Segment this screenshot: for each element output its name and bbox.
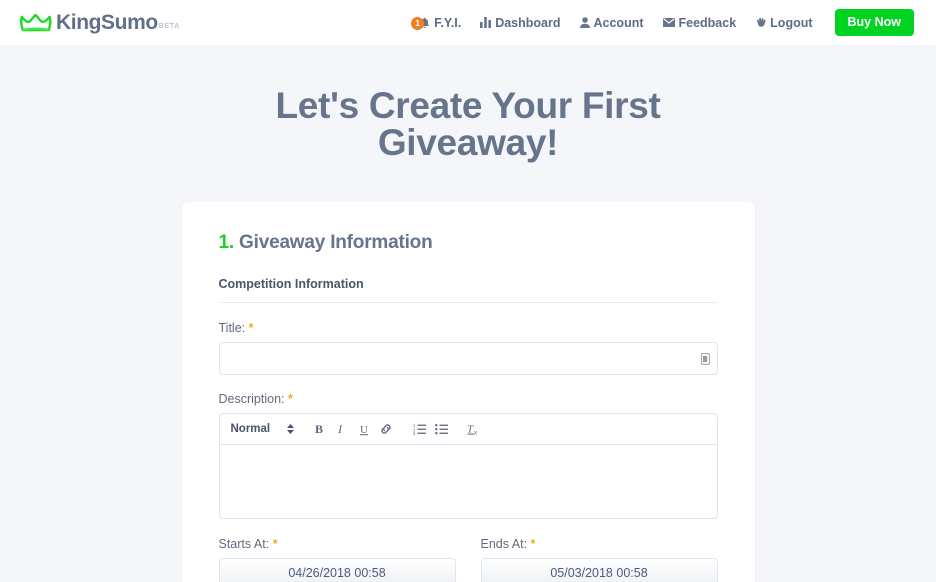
ends-at-label-text: Ends At: <box>480 537 528 551</box>
updown-arrows-icon <box>287 424 295 434</box>
nav-label-logout: Logout <box>770 15 813 30</box>
starts-at-input[interactable]: 04/26/2018 00:58 <box>218 558 456 582</box>
brand-name: KingSumo <box>56 10 158 34</box>
underline-icon[interactable]: U <box>353 418 375 440</box>
title-required-marker: * <box>248 321 254 335</box>
ends-at-input[interactable]: 05/03/2018 00:58 <box>480 558 718 582</box>
ends-at-group: Ends At: * 05/03/2018 00:58 <box>480 537 718 582</box>
bullet-list-icon[interactable] <box>430 418 452 440</box>
section-title: 1. Giveaway Information <box>219 232 718 254</box>
page-title: Let's Create Your First Giveaway! <box>275 85 661 163</box>
text-box-icon[interactable] <box>700 352 710 365</box>
starts-at-group: Starts At: * 04/26/2018 00:58 <box>218 537 456 582</box>
nav-item-logout[interactable]: Logout <box>755 15 813 30</box>
title-input[interactable] <box>218 342 718 375</box>
section-title-text: Giveaway Information <box>239 232 433 253</box>
italic-icon[interactable]: I <box>331 418 353 440</box>
description-editor: Normal B I U 1 2 3 T x <box>218 413 718 519</box>
crown-icon <box>20 13 52 31</box>
editor-toolbar: Normal B I U 1 2 3 T x <box>218 413 718 444</box>
nav-label-feedback: Feedback <box>678 15 737 30</box>
main-nav: 1 F.Y.I. Dashboard Account Feedback Logo… <box>411 8 914 37</box>
title-label-text: Title: <box>218 321 246 335</box>
description-field-label: Description: * <box>219 392 718 406</box>
card-container: 1. Giveaway Information Competition Info… <box>0 202 936 582</box>
svg-text:B: B <box>315 423 323 435</box>
svg-text:3: 3 <box>413 431 416 435</box>
section-number: 1. <box>218 232 235 253</box>
starts-at-label: Starts At: * <box>219 537 456 551</box>
person-icon <box>579 17 590 28</box>
nav-item-feedback[interactable]: Feedback <box>662 15 737 30</box>
date-row: Starts At: * 04/26/2018 00:58 Ends At: *… <box>218 537 718 582</box>
nav-item-dashboard[interactable]: Dashboard <box>480 15 561 30</box>
brand-logo[interactable]: KingSumo BETA <box>20 10 180 34</box>
brand-beta-tag: BETA <box>158 22 180 30</box>
format-picker[interactable]: Normal <box>231 423 295 435</box>
starts-at-label-text: Starts At: <box>218 537 270 551</box>
ends-at-label: Ends At: * <box>481 537 718 551</box>
title-input-wrap <box>218 342 718 375</box>
buy-now-button[interactable]: Buy Now <box>834 8 914 37</box>
title-field-label: Title: * <box>219 321 718 335</box>
bold-icon[interactable]: B <box>309 418 331 440</box>
nav-label-dashboard: Dashboard <box>495 15 561 30</box>
ordered-list-icon[interactable]: 1 2 3 <box>408 418 430 440</box>
nav-label-account: Account <box>593 15 644 30</box>
wave-hand-icon <box>755 17 766 28</box>
giveaway-information-card: 1. Giveaway Information Competition Info… <box>181 202 755 582</box>
clear-format-icon[interactable]: T x <box>463 418 485 440</box>
subsection-heading: Competition Information <box>218 277 718 303</box>
svg-text:I: I <box>337 423 343 435</box>
svg-text:x: x <box>474 430 477 436</box>
hero-section: Let's Create Your First Giveaway! <box>0 45 936 161</box>
format-picker-label: Normal <box>230 423 271 435</box>
envelope-icon <box>662 18 675 27</box>
description-editor-body[interactable] <box>218 444 718 519</box>
description-required-marker: * <box>287 392 293 406</box>
starts-at-required-marker: * <box>272 537 278 551</box>
top-header: KingSumo BETA 1 F.Y.I. Dashboard Account <box>0 0 936 45</box>
nav-item-account[interactable]: Account <box>579 15 644 30</box>
nav-label-fyi: F.Y.I. <box>434 15 462 30</box>
link-icon[interactable] <box>375 418 397 440</box>
fyi-badge: 1 <box>411 16 425 30</box>
ends-at-required-marker: * <box>530 537 536 551</box>
nav-item-fyi[interactable]: 1 F.Y.I. <box>411 15 462 30</box>
description-label-text: Description: <box>218 392 285 406</box>
bar-chart-icon <box>480 17 492 28</box>
